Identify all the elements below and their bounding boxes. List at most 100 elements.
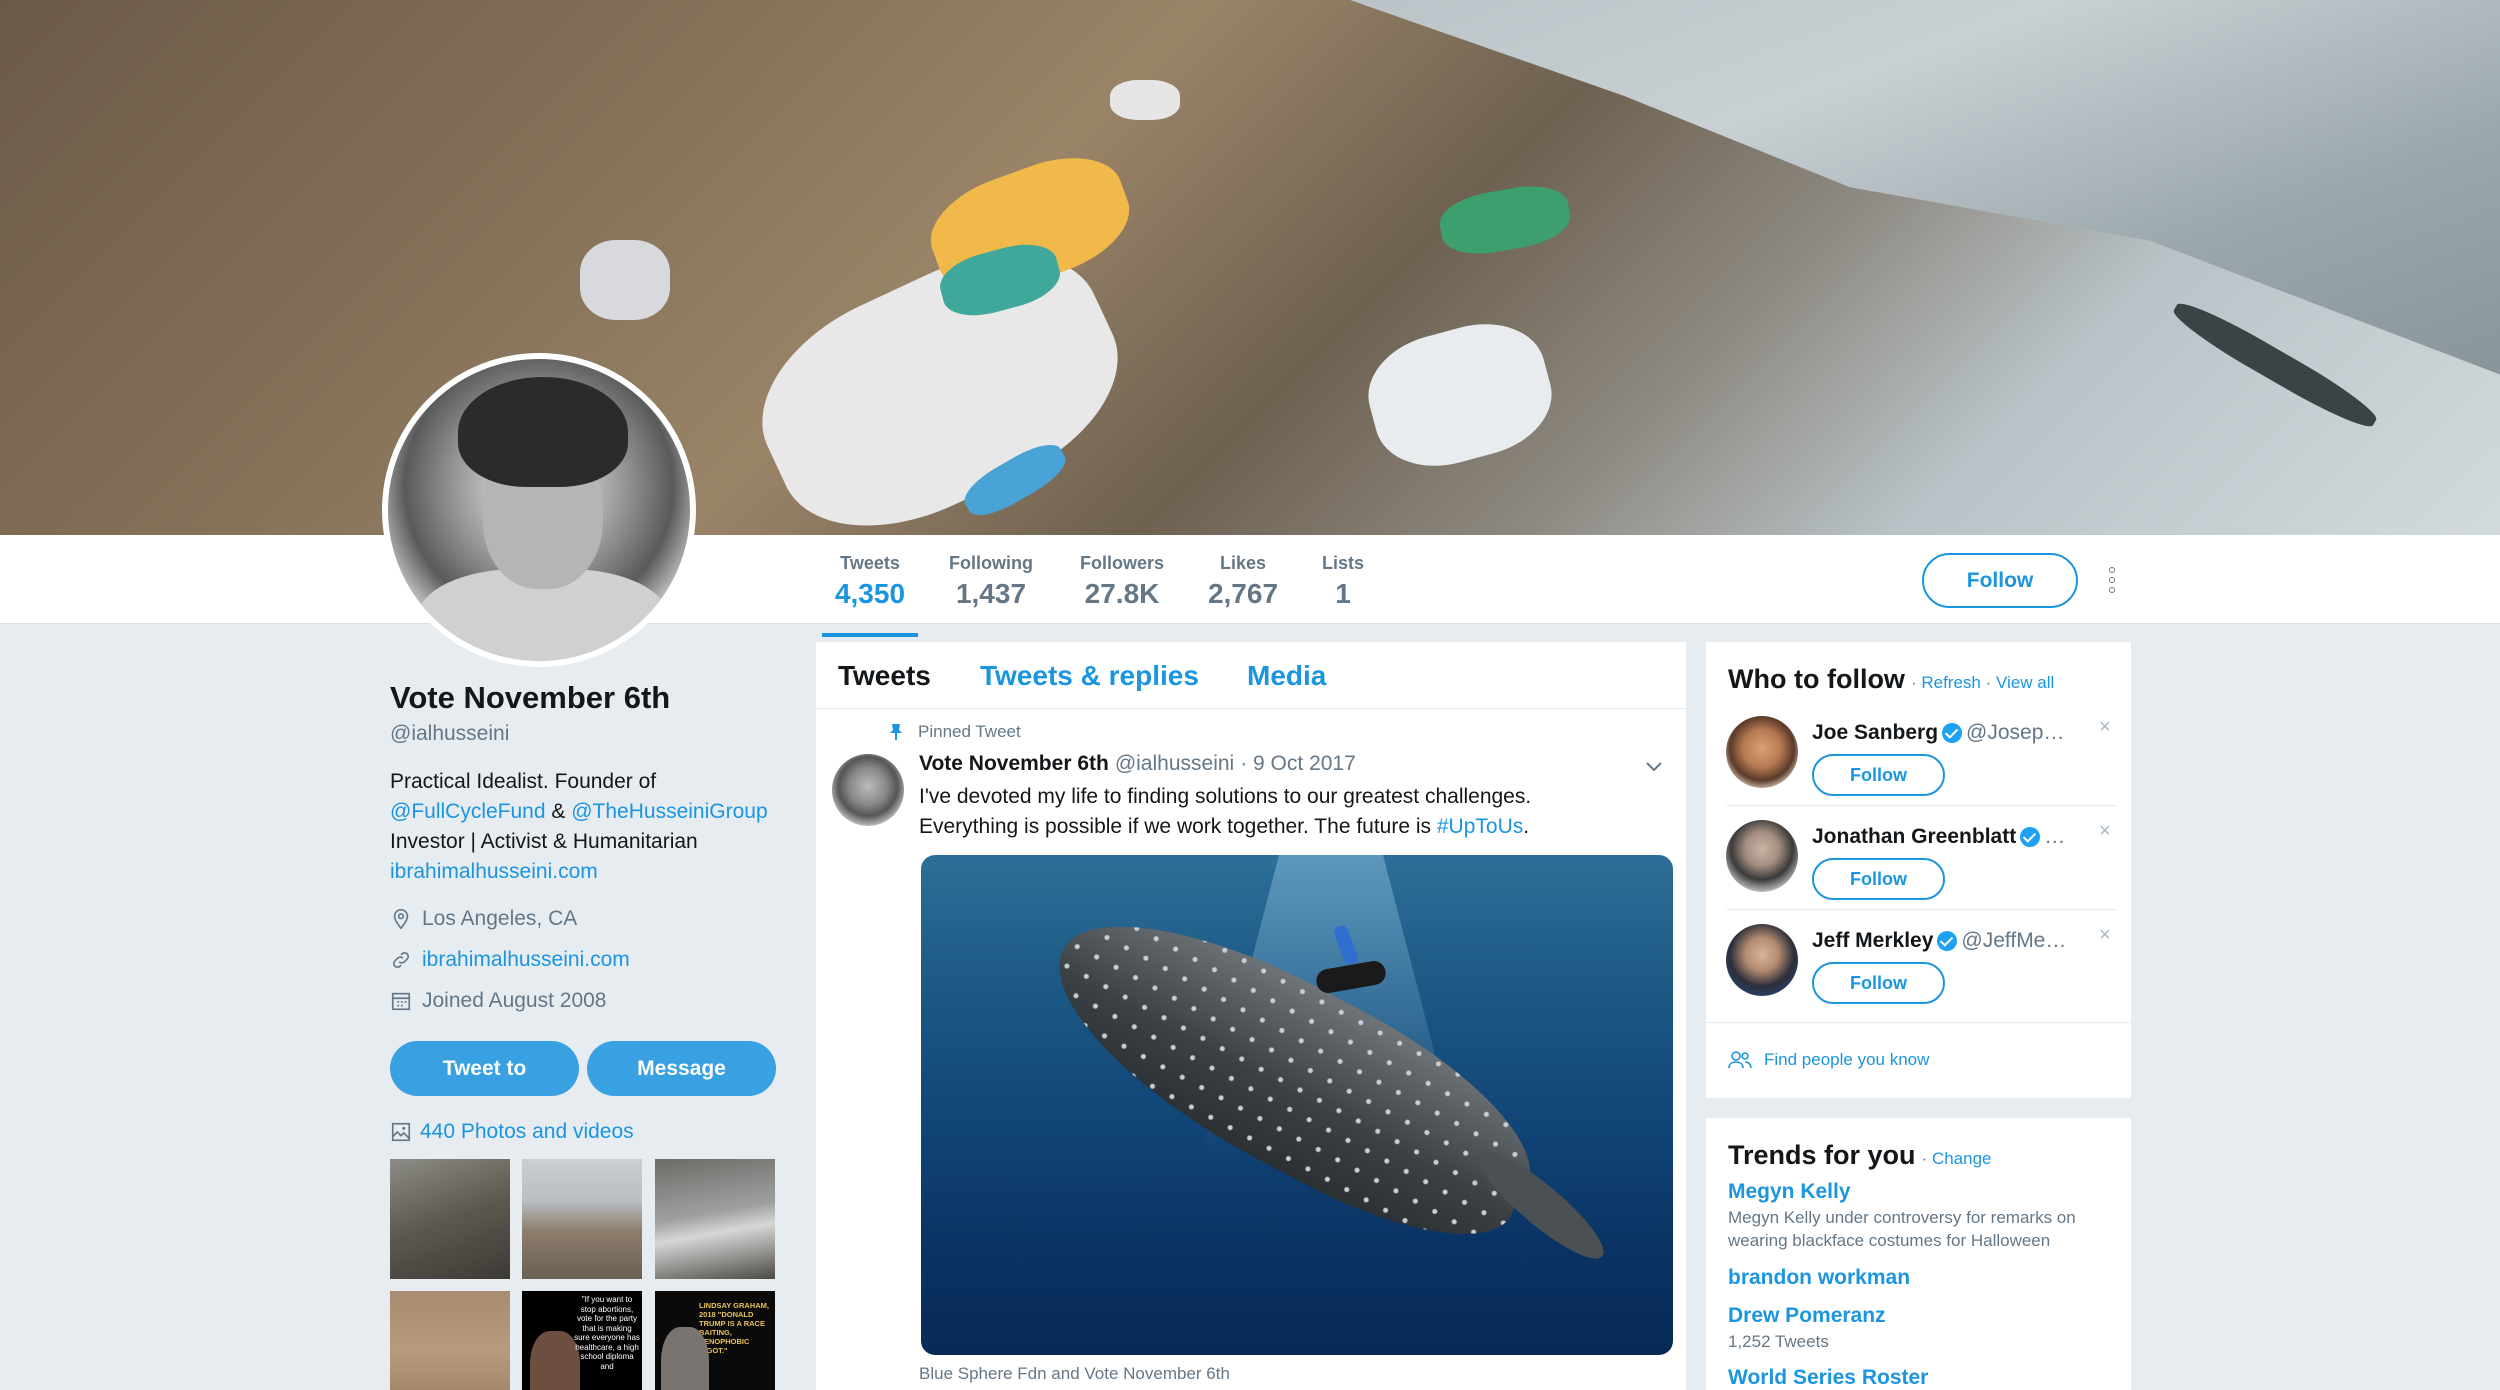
bio-link-fullcyclefund[interactable]: @FullCycleFund — [390, 800, 546, 823]
media-thumbnail[interactable]: LINDSAY GRAHAM, 2018 "DONALD TRUMP IS A … — [655, 1291, 775, 1390]
trend-item[interactable]: Drew Pomeranz 1,252 Tweets — [1728, 1304, 2128, 1353]
follow-button[interactable]: Follow — [1812, 962, 1945, 1004]
trend-description: Megyn Kelly under controversy for remark… — [1728, 1208, 2076, 1250]
chevron-down-icon[interactable] — [1644, 756, 1664, 776]
trends-card: Trends for you · Change Megyn Kelly Megy… — [1706, 1118, 2131, 1390]
divider — [1726, 805, 2116, 806]
profile-name[interactable]: Vote November 6th — [390, 680, 670, 716]
separator: · — [1910, 673, 1917, 692]
timeline-tabs: Tweets Tweets & replies Media — [816, 642, 1686, 709]
suggested-account: Jonathan Greenblatt … Follow × — [1726, 820, 2116, 923]
account-name: Jeff Merkley — [1812, 929, 1934, 952]
verified-badge-icon — [1942, 723, 1963, 743]
verified-badge-icon — [1937, 931, 1958, 951]
dismiss-icon[interactable]: × — [2099, 924, 2111, 947]
trend-item[interactable]: brandon workman — [1728, 1266, 2128, 1290]
account-handle: … — [2044, 825, 2066, 848]
bio-url-link[interactable]: ibrahimalhusseini.com — [390, 860, 598, 883]
trend-name: World Series Roster — [1728, 1366, 1929, 1389]
thumbnail-text: "If you want to stop abortions, vote for… — [574, 1295, 640, 1371]
suggested-account: Jeff Merkley @JeffMe… Follow × — [1726, 924, 2116, 1027]
stat-value: 4,350 — [834, 578, 906, 609]
find-people-link[interactable]: Find people you know — [1728, 1050, 1929, 1070]
pinned-label: Pinned Tweet — [918, 722, 1021, 741]
message-button[interactable]: Message — [587, 1041, 776, 1096]
verified-badge-icon — [2020, 827, 2041, 847]
people-icon — [1728, 1051, 1752, 1069]
media-thumbnail[interactable] — [390, 1291, 510, 1390]
dismiss-icon[interactable]: × — [2099, 716, 2111, 739]
account-name-line[interactable]: Jonathan Greenblatt… — [1812, 825, 2077, 849]
stat-value: 27.8K — [1084, 578, 1160, 609]
stat-following[interactable]: Following 1,437 — [948, 553, 1034, 610]
tweet-media-image[interactable] — [921, 855, 1673, 1355]
location-text: Los Angeles, CA — [422, 907, 578, 930]
trend-name: Drew Pomeranz — [1728, 1304, 1886, 1327]
follow-button[interactable]: Follow — [1812, 858, 1945, 900]
hashtag-link[interactable]: #UpToUs — [1437, 815, 1523, 838]
thumbnail-person — [661, 1327, 709, 1390]
divider — [1706, 1022, 2131, 1023]
account-name-line[interactable]: Joe Sanberg @Josep… — [1812, 721, 2077, 745]
view-all-link[interactable]: View all — [1996, 673, 2054, 692]
stat-likes[interactable]: Likes 2,767 — [1205, 553, 1281, 610]
bio-line: Investor | Activist & Humanitarian — [390, 830, 698, 853]
timeline: Tweets Tweets & replies Media Pinned Twe… — [816, 642, 1686, 1390]
tweet-author-name[interactable]: Vote November 6th — [919, 752, 1109, 776]
tweet-text-line: I've devoted my life to finding solution… — [919, 785, 1532, 808]
suggested-account: Joe Sanberg @Josep… Follow × — [1726, 716, 2116, 819]
trend-item[interactable]: World Series Roster — [1728, 1366, 2128, 1390]
who-to-follow-header: Who to follow · Refresh · View all — [1728, 664, 2054, 695]
stat-value: 1,437 — [955, 578, 1027, 609]
profile-handle[interactable]: @ialhusseini — [390, 722, 509, 746]
follow-button[interactable]: Follow — [1812, 754, 1945, 796]
separator: · — [1921, 1149, 1928, 1168]
bio-link-husseinigroup[interactable]: @TheHusseiniGroup — [571, 800, 767, 823]
media-thumbnail[interactable]: "If you want to stop abortions, vote for… — [522, 1291, 642, 1390]
location-icon — [393, 909, 409, 930]
tweet-to-button[interactable]: Tweet to — [390, 1041, 579, 1096]
stat-label: Following — [949, 553, 1033, 573]
profile-avatar[interactable] — [382, 353, 696, 667]
profile-banner[interactable] — [0, 0, 2500, 535]
avatar[interactable] — [1726, 716, 1798, 788]
photos-videos-link[interactable]: 440 Photos and videos — [390, 1120, 634, 1144]
avatar[interactable] — [1726, 820, 1798, 892]
tab-tweets[interactable]: Tweets — [838, 660, 931, 692]
tweet-date[interactable]: · 9 Oct 2017 — [1240, 752, 1356, 776]
trend-item[interactable]: Megyn Kelly Megyn Kelly under controvers… — [1728, 1180, 2128, 1252]
stat-followers[interactable]: Followers 27.8K — [1076, 553, 1168, 610]
media-caption[interactable]: Blue Sphere Fdn and Vote November 6th — [919, 1364, 1230, 1384]
stat-lists[interactable]: Lists 1 — [1318, 553, 1368, 610]
stat-label: Tweets — [840, 553, 900, 573]
tab-media[interactable]: Media — [1247, 660, 1326, 692]
tab-tweets-replies[interactable]: Tweets & replies — [980, 660, 1199, 692]
stat-value: 1 — [1335, 578, 1351, 609]
stat-tweets[interactable]: Tweets 4,350 — [822, 553, 918, 637]
media-thumbnail[interactable] — [522, 1159, 642, 1279]
tweet-avatar[interactable] — [832, 754, 904, 826]
thumbnail-text: LINDSAY GRAHAM, 2018 "DONALD TRUMP IS A … — [699, 1301, 770, 1355]
dismiss-icon[interactable]: × — [2099, 820, 2111, 843]
trend-name: Megyn Kelly — [1728, 1180, 1851, 1203]
pinned-indicator: Pinned Tweet — [888, 722, 1021, 742]
separator: · — [1985, 673, 1992, 692]
profile-bio: Practical Idealist. Founder of @FullCycl… — [390, 767, 790, 887]
refresh-link[interactable]: Refresh — [1921, 673, 1981, 692]
location-row: Los Angeles, CA — [390, 907, 577, 931]
follow-button[interactable]: Follow — [1922, 553, 2078, 608]
tweet-header: Vote November 6th @ialhusseini · 9 Oct 2… — [919, 752, 1356, 776]
bio-line: Practical Idealist. Founder of — [390, 770, 657, 793]
media-thumbnail[interactable] — [390, 1159, 510, 1279]
avatar[interactable] — [1726, 924, 1798, 996]
stat-value: 2,767 — [1207, 578, 1279, 609]
more-options-icon[interactable] — [2106, 565, 2118, 595]
website-link[interactable]: ibrahimalhusseini.com — [422, 948, 630, 972]
media-thumbnail[interactable] — [655, 1159, 775, 1279]
tweet-author-handle[interactable]: @ialhusseini — [1115, 752, 1234, 776]
change-link[interactable]: Change — [1932, 1149, 1992, 1168]
banner-litter — [580, 240, 670, 320]
pin-icon — [890, 724, 902, 740]
account-name-line[interactable]: Jeff Merkley @JeffMe… — [1812, 929, 2077, 953]
trend-name: brandon workman — [1728, 1266, 1911, 1289]
